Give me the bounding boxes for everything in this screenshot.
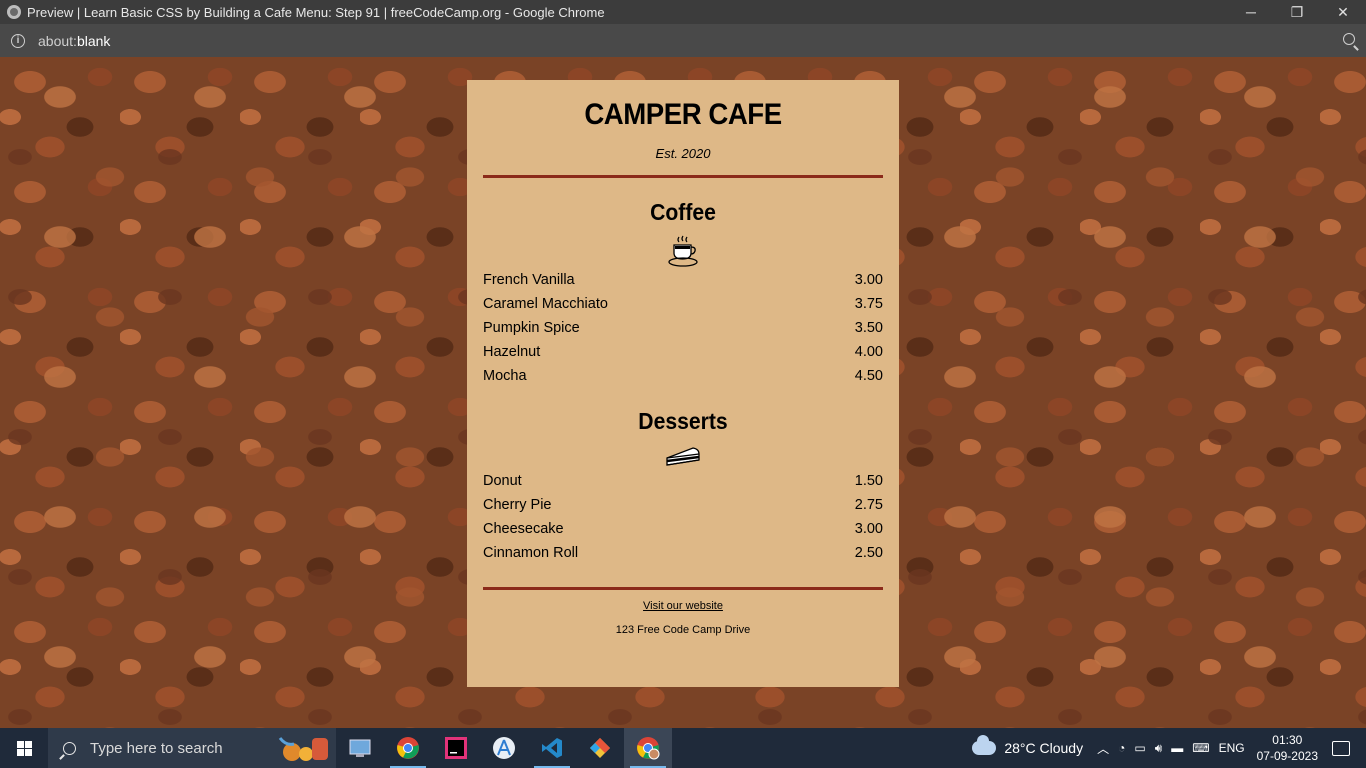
item-price: 2.50: [854, 545, 883, 561]
menu-item: Mocha 4.50: [483, 364, 883, 388]
item-name: French Vanilla: [483, 272, 575, 288]
clock-date: 07-09-2023: [1256, 749, 1318, 763]
coffee-cup-icon: [668, 235, 698, 267]
keyboard-icon[interactable]: ⌨: [1192, 741, 1209, 755]
item-price: 1.50: [854, 473, 883, 489]
item-price: 2.75: [854, 497, 883, 513]
cafe-menu: CAMPER CAFE Est. 2020 Coffee French Vani…: [467, 80, 899, 687]
item-name: Pumpkin Spice: [483, 320, 580, 336]
item-price: 3.75: [854, 296, 883, 312]
minimize-button[interactable]: ─: [1228, 0, 1274, 24]
search-placeholder: Type here to search: [90, 739, 223, 757]
coffee-heading: Coffee: [650, 199, 716, 225]
taskbar-app-chrome-profile[interactable]: [624, 728, 672, 768]
notification-icon[interactable]: [1332, 740, 1350, 756]
taskbar-app-chrome[interactable]: [384, 728, 432, 768]
address-url[interactable]: about:blank: [38, 33, 110, 49]
network-icon[interactable]: ◔: [1118, 741, 1125, 755]
item-price: 4.50: [854, 368, 883, 384]
desserts-heading: Desserts: [638, 408, 728, 434]
zoom-icon[interactable]: [1343, 33, 1355, 45]
item-price: 3.50: [854, 320, 883, 336]
website-link[interactable]: Visit our website: [483, 600, 883, 612]
search-highlight-icon: [278, 737, 328, 761]
close-button[interactable]: ✕: [1320, 0, 1366, 24]
menu-item: Donut 1.50: [483, 469, 883, 493]
pie-slice-icon: [666, 447, 700, 466]
menu-item: Cinnamon Roll 2.50: [483, 541, 883, 565]
clock[interactable]: 01:30 07-09-2023: [1257, 732, 1318, 764]
windows-start-icon[interactable]: [0, 728, 48, 768]
menu-item: Cherry Pie 2.75: [483, 493, 883, 517]
item-name: Caramel Macchiato: [483, 296, 608, 312]
menu-item: French Vanilla 3.00: [483, 268, 883, 292]
taskbar-app-remote[interactable]: [336, 728, 384, 768]
item-price: 4.00: [854, 344, 883, 360]
url-scheme: about:: [38, 32, 77, 49]
taskbar-app-git[interactable]: [576, 728, 624, 768]
windows-taskbar: Type here to search 28°C Cloudy ︿ ◔ ▭ 🔊︎…: [0, 728, 1366, 768]
item-name: Mocha: [483, 368, 527, 384]
chrome-icon: [397, 737, 419, 759]
window-controls: ─ ❐ ✕: [1228, 0, 1366, 24]
restore-button[interactable]: ❐: [1274, 0, 1320, 24]
battery-icon[interactable]: ▬: [1171, 741, 1183, 755]
coffee-items: French Vanilla 3.00 Caramel Macchiato 3.75…: [483, 268, 883, 388]
menu-item: Cheesecake 3.00: [483, 517, 883, 541]
address-bar[interactable]: i about:blank: [0, 24, 1366, 57]
android-studio-icon: [493, 737, 515, 759]
browser-titlebar: Preview | Learn Basic CSS by Building a …: [0, 0, 1366, 24]
git-tool-icon: [590, 738, 610, 758]
onedrive-icon[interactable]: ▭: [1134, 741, 1145, 755]
window-title: Preview | Learn Basic CSS by Building a …: [27, 4, 605, 20]
menu-item: Pumpkin Spice 3.50: [483, 316, 883, 340]
cafe-title: CAMPER CAFE: [584, 98, 782, 131]
dessert-items: Donut 1.50 Cherry Pie 2.75 Cheesecake 3.00 …: [483, 469, 883, 565]
item-name: Hazelnut: [483, 344, 541, 360]
address-text: 123 Free Code Camp Drive: [615, 624, 751, 636]
item-price: 3.00: [854, 521, 883, 537]
taskbar-app-android-studio[interactable]: [480, 728, 528, 768]
weather-text: 28°C Cloudy: [1004, 740, 1084, 756]
page-viewport: CAMPER CAFE Est. 2020 Coffee French Vani…: [0, 57, 1366, 728]
url-host: blank: [76, 32, 111, 49]
remote-desktop-icon: [349, 739, 371, 757]
item-name: Cinnamon Roll: [483, 545, 579, 561]
weather-widget[interactable]: 28°C Cloudy: [972, 735, 1084, 756]
intellij-icon: [445, 737, 467, 759]
chrome-window-icon: [7, 5, 21, 19]
chevron-up-icon[interactable]: ︿: [1097, 740, 1109, 757]
clock-time: 01:30: [1272, 733, 1303, 747]
menu-item: Caramel Macchiato 3.75: [483, 292, 883, 316]
info-icon[interactable]: i: [11, 33, 25, 48]
established-text: Est. 2020: [655, 146, 711, 161]
cloud-icon: [972, 735, 997, 755]
taskbar-app-intellij[interactable]: [432, 728, 480, 768]
top-divider: [483, 175, 883, 178]
system-tray: 28°C Cloudy ︿ ◔ ▭ 🔊︎ ▬ ⌨ ENG 01:30 07-09…: [972, 728, 1366, 768]
item-name: Donut: [483, 473, 522, 489]
volume-icon[interactable]: 🔊︎: [1155, 741, 1163, 756]
menu-item: Hazelnut 4.00: [483, 340, 883, 364]
chrome-profile-icon: [637, 737, 660, 760]
taskbar-app-vscode[interactable]: [528, 728, 576, 768]
taskbar-search-input[interactable]: Type here to search: [48, 728, 336, 768]
search-icon: [63, 741, 76, 755]
vscode-icon: [542, 738, 562, 758]
language-indicator[interactable]: ENG: [1219, 741, 1245, 755]
tray-icons: ︿ ◔ ▭ 🔊︎ ▬ ⌨ ENG: [1097, 740, 1245, 757]
item-name: Cherry Pie: [483, 497, 552, 513]
bottom-divider: [483, 587, 883, 590]
item-name: Cheesecake: [483, 521, 564, 537]
item-price: 3.00: [854, 272, 883, 288]
